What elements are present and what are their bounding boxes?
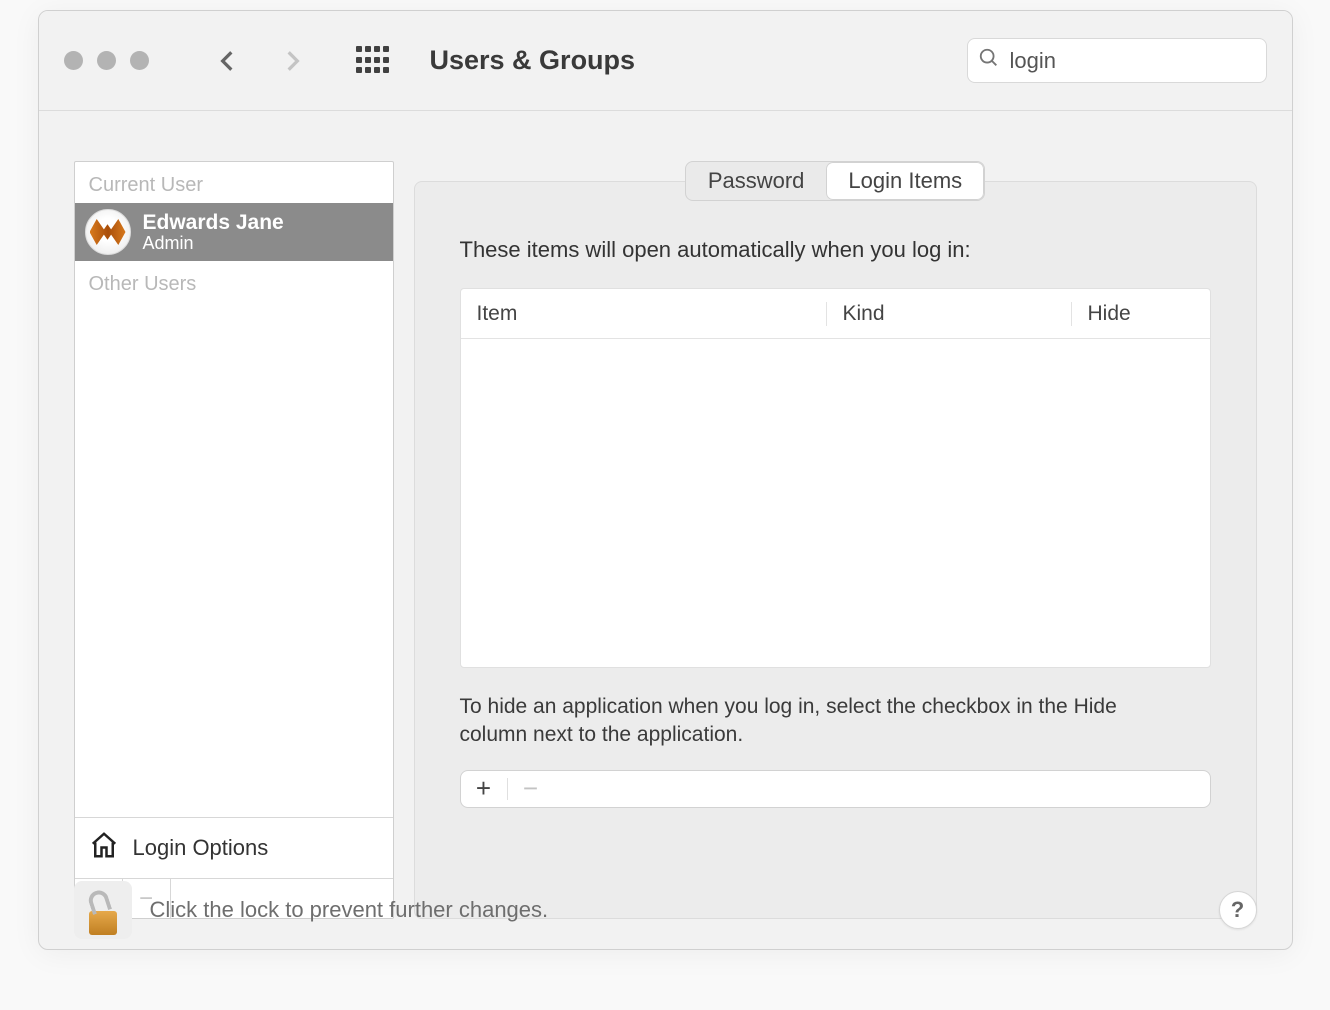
lock-icon <box>89 911 117 935</box>
login-options-row[interactable]: Login Options <box>75 817 393 878</box>
current-user-section-label: Current User <box>75 162 393 203</box>
segmented-control: Password Login Items <box>685 161 985 201</box>
forward-button[interactable] <box>280 48 306 74</box>
login-items-table[interactable]: Item Kind Hide <box>460 288 1211 668</box>
nav-buttons <box>214 48 306 74</box>
remove-login-item-button[interactable]: − <box>508 773 554 804</box>
user-role: Admin <box>143 234 284 254</box>
close-window-button[interactable] <box>64 51 83 70</box>
tab-password[interactable]: Password <box>686 162 827 200</box>
search-icon <box>978 47 1000 74</box>
column-hide[interactable]: Hide <box>1071 302 1151 326</box>
minimize-window-button[interactable] <box>97 51 116 70</box>
tab-bar: Password Login Items <box>414 161 1257 201</box>
column-kind[interactable]: Kind <box>826 302 1071 326</box>
window-controls <box>64 51 149 70</box>
hide-hint: To hide an application when you log in, … <box>460 693 1180 750</box>
login-items-intro: These items will open automatically when… <box>460 237 1211 263</box>
search-field[interactable] <box>967 38 1267 83</box>
user-name: Edwards Jane <box>143 211 284 234</box>
column-item[interactable]: Item <box>461 302 826 326</box>
lock-bar: Click the lock to prevent further change… <box>74 881 1257 939</box>
house-icon <box>89 830 119 866</box>
other-users-section-label: Other Users <box>75 261 393 302</box>
users-sidebar: Current User Edwards Jane Admin Other Us… <box>74 161 394 919</box>
login-items-panel: These items will open automatically when… <box>414 181 1257 919</box>
help-button[interactable]: ? <box>1219 891 1257 929</box>
preferences-window: Users & Groups Current User Edwards Jane… <box>38 10 1293 950</box>
main-panel: Password Login Items These items will op… <box>414 161 1257 919</box>
lock-hint: Click the lock to prevent further change… <box>150 897 549 923</box>
tab-login-items[interactable]: Login Items <box>826 162 984 200</box>
add-remove-control: + − <box>460 770 1211 808</box>
add-login-item-button[interactable]: + <box>461 773 507 804</box>
show-all-button[interactable] <box>356 46 390 75</box>
page-title: Users & Groups <box>430 45 636 76</box>
current-user-row[interactable]: Edwards Jane Admin <box>75 203 393 261</box>
search-input[interactable] <box>1010 48 1293 74</box>
avatar <box>85 209 131 255</box>
login-options-label: Login Options <box>133 835 269 861</box>
back-button[interactable] <box>214 48 240 74</box>
table-header: Item Kind Hide <box>461 289 1210 339</box>
zoom-window-button[interactable] <box>130 51 149 70</box>
toolbar: Users & Groups <box>39 11 1292 111</box>
lock-button[interactable] <box>74 881 132 939</box>
content-area: Current User Edwards Jane Admin Other Us… <box>39 111 1292 949</box>
